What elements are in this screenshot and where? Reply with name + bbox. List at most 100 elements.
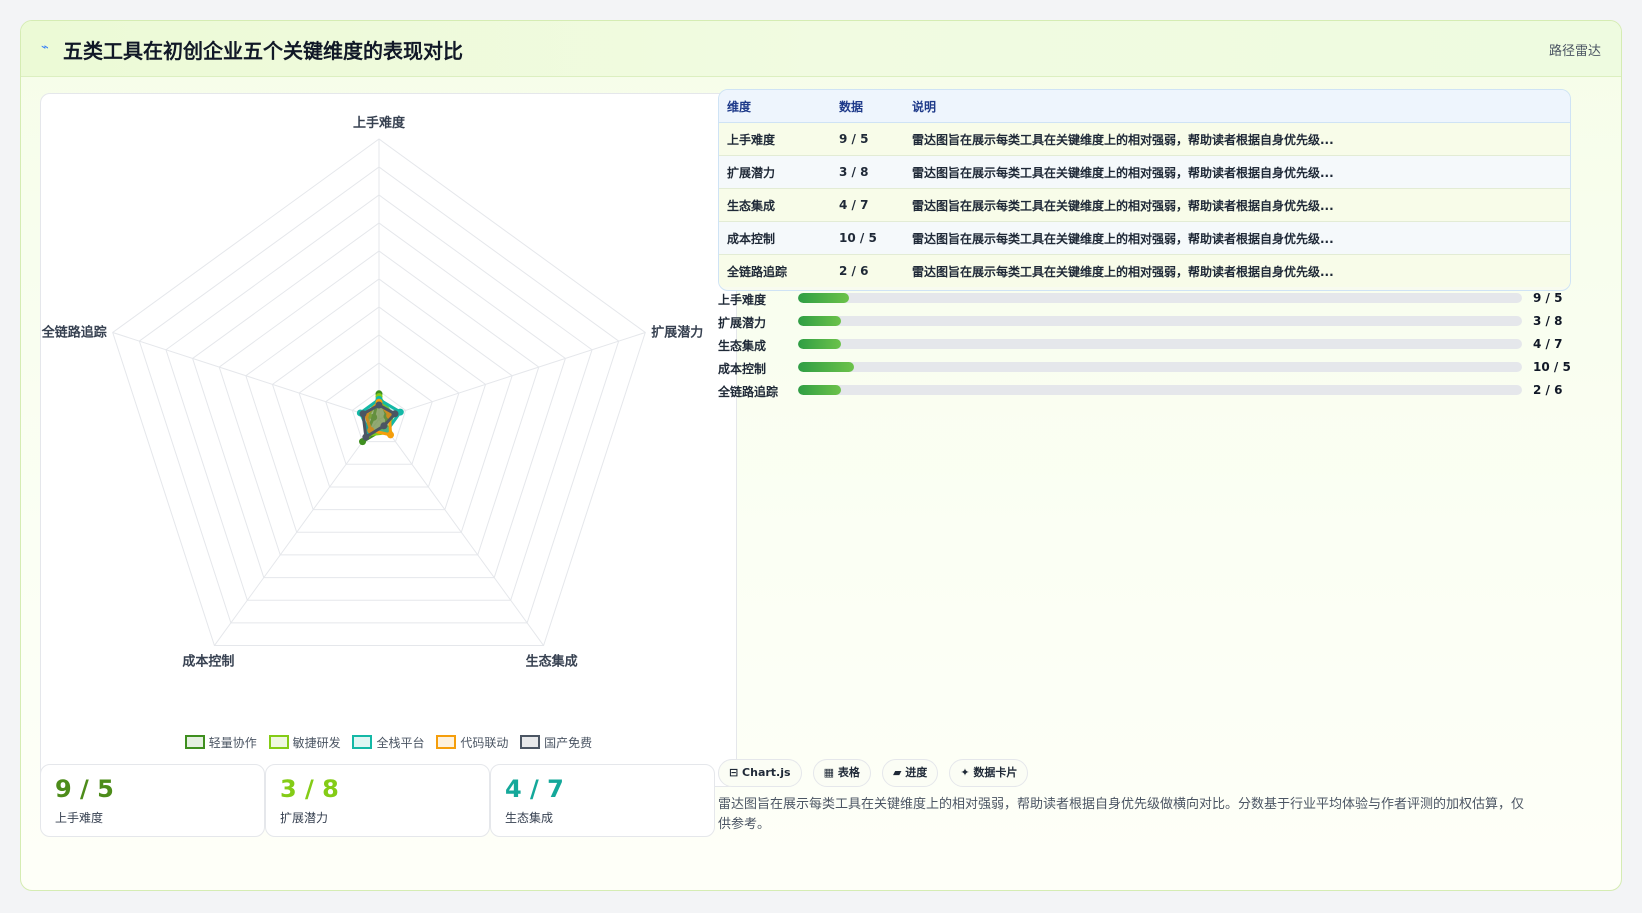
progress-row-5: 全链路追踪 2 / 6 [718,381,1578,399]
table-cell-data: 3 / 8 [831,155,904,189]
progress-label-3: 生态集成 [718,339,767,353]
radar-axis-label: 全链路追踪 [41,324,107,340]
radar-data-point [375,401,383,409]
table-header-row: 维度 数据 说明 [719,90,1570,123]
table-cell-data: 2 / 6 [831,254,904,287]
progress-fill-3 [798,339,842,349]
progress-fill-4 [798,362,855,372]
chart-type-tag: 路径雷达 [1548,44,1601,59]
table-cell-desc: 雷达图旨在展示每类工具在关键维度上的相对强弱，帮助读者根据自身优先级... [904,188,1570,222]
stat-value-2: 3 / 8 [280,775,339,803]
stat-card-2: 3 / 8 扩展潜力 [265,764,490,837]
table-header-desc: 说明 [904,90,1570,123]
stat-label-3: 生态集成 [505,811,554,825]
legend-item-5[interactable]: 国产免费 [520,734,592,751]
chart-title-icon: ⌁ [41,40,49,55]
main-card: ⌁ 五类工具在初创企业五个关键维度的表现对比 路径雷达 上手难度 扩展潜力 生态集成… [20,20,1622,891]
table-cell-desc: 雷达图旨在展示每类工具在关键维度上的相对强弱，帮助读者根据自身优先级... [904,122,1570,156]
table-cell-data: 9 / 5 [831,122,904,156]
progress-fill-1 [798,293,849,303]
table-cell-desc: 雷达图旨在展示每类工具在关键维度上的相对强弱，帮助读者根据自身优先级... [904,254,1570,287]
progress-value-5: 2 / 6 [1533,383,1563,397]
radar-data-point [359,410,367,418]
header-bar: ⌁ 五类工具在初创企业五个关键维度的表现对比 路径雷达 [21,21,1621,77]
stat-label-2: 扩展潜力 [280,811,329,825]
legend-label-3: 全栈平台 [376,736,425,750]
radar-data-point [387,431,395,439]
radar-data-point [391,410,399,418]
table-header-dimension: 维度 [719,90,831,123]
progress-value-2: 3 / 8 [1533,314,1563,328]
table-row[interactable]: 成本控制 10 / 5 雷达图旨在展示每类工具在关键维度上的相对强弱，帮助读者根… [719,221,1570,255]
legend-swatch-4 [436,735,457,749]
radar-axis-label: 扩展潜力 [651,324,703,340]
radar-chart-panel: 上手难度扩展潜力生态集成 成本控制 全链路追踪 轻量协作 敏捷研发 全栈平台 代码联… [40,93,737,787]
legend-label-1: 轻量协作 [208,736,257,750]
legend-label-2: 敏捷研发 [292,736,341,750]
table-header-data: 数据 [831,90,904,123]
data-table-wrap: 维度 数据 说明 上手难度 9 / 5 雷达图旨在展示每类工具在关键维度上的相对… [718,89,1571,291]
progress-row-1: 上手难度 9 / 5 [718,289,1578,307]
progress-track-5 [798,385,1522,395]
chip-chartjs[interactable]: ⊟ Chart.js [718,759,802,787]
table-cell-desc: 雷达图旨在展示每类工具在关键维度上的相对强弱，帮助读者根据自身优先级... [904,155,1570,189]
progress-value-1: 9 / 5 [1533,291,1563,305]
table-cell-dimension: 生态集成 [719,188,831,222]
radar-spoke [378,331,646,420]
legend-swatch-2 [268,735,289,749]
legend-label-5: 国产免费 [544,736,593,750]
legend-swatch-5 [520,735,541,749]
page-title: 五类工具在初创企业五个关键维度的表现对比 [63,39,463,63]
progress-row-3: 生态集成 4 / 7 [718,335,1578,353]
stat-value-1: 9 / 5 [55,775,114,803]
stat-card-1: 9 / 5 上手难度 [40,764,265,837]
progress-track-3 [798,339,1522,349]
legend-swatch-1 [184,735,205,749]
table-cell-dimension: 全链路追踪 [719,254,831,287]
stat-value-3: 4 / 7 [505,775,564,803]
table-cell-dimension: 扩展潜力 [719,155,831,189]
tech-chips: ⊟ Chart.js ▦ 表格 ▰ 进度 ✦ 数据卡片 [718,759,1034,787]
progress-row-2: 扩展潜力 3 / 8 [718,312,1578,330]
table-cell-desc: 雷达图旨在展示每类工具在关键维度上的相对强弱，帮助读者根据自身优先级... [904,221,1570,255]
progress-fill-2 [798,316,842,326]
progress-fill-5 [798,385,842,395]
radar-spoke [112,331,380,420]
progress-value-4: 10 / 5 [1533,360,1571,374]
legend-item-1[interactable]: 轻量协作 [184,734,257,751]
table-cell-data: 4 / 7 [831,188,904,222]
table-row[interactable]: 上手难度 9 / 5 雷达图旨在展示每类工具在关键维度上的相对强弱，帮助读者根据… [719,122,1570,156]
progress-track-1 [798,293,1522,303]
chip-table[interactable]: ▦ 表格 [812,759,871,787]
radar-chart[interactable]: 上手难度扩展潜力生态集成 成本控制 全链路追踪 [41,94,708,724]
legend-item-4[interactable]: 代码联动 [436,734,508,751]
progress-label-4: 成本控制 [718,362,767,376]
table-cell-dimension: 成本控制 [719,221,831,255]
table-cell-data: 10 / 5 [831,221,904,255]
radar-axis-label: 生态集成 [526,654,578,670]
stat-card-3: 4 / 7 生态集成 [490,764,715,837]
footnote-text: 雷达图旨在展示每类工具在关键维度上的相对强弱，帮助读者根据自身优先级做横向对比。… [718,797,1525,832]
chip-progress[interactable]: ▰ 进度 [881,759,939,787]
data-table: 维度 数据 说明 上手难度 9 / 5 雷达图旨在展示每类工具在关键维度上的相对… [719,90,1570,287]
progress-label-5: 全链路追踪 [718,385,779,399]
progress-label-2: 扩展潜力 [718,316,767,330]
legend-label-4: 代码联动 [460,736,509,750]
chart-legend: 轻量协作 敏捷研发 全栈平台 代码联动 国产免费 [41,734,736,751]
progress-value-3: 4 / 7 [1533,337,1563,351]
table-row[interactable]: 全链路追踪 2 / 6 雷达图旨在展示每类工具在关键维度上的相对强弱，帮助读者根… [719,254,1570,287]
progress-label-1: 上手难度 [718,293,767,307]
table-row[interactable]: 生态集成 4 / 7 雷达图旨在展示每类工具在关键维度上的相对强弱，帮助读者根据… [719,188,1570,222]
progress-track-2 [798,316,1522,326]
radar-axis-label: 成本控制 [182,654,234,670]
legend-item-3[interactable]: 全栈平台 [352,734,425,751]
legend-swatch-3 [352,735,373,749]
progress-row-4: 成本控制 10 / 5 [718,358,1578,376]
chip-data-card[interactable]: ✦ 数据卡片 [949,759,1029,787]
radar-data-point [362,433,370,441]
radar-axis-label: 上手难度 [353,115,406,131]
legend-item-2[interactable]: 敏捷研发 [268,734,341,751]
table-row[interactable]: 扩展潜力 3 / 8 雷达图旨在展示每类工具在关键维度上的相对强弱，帮助读者根据… [719,155,1570,189]
stat-label-1: 上手难度 [55,811,104,825]
table-cell-dimension: 上手难度 [719,122,831,156]
